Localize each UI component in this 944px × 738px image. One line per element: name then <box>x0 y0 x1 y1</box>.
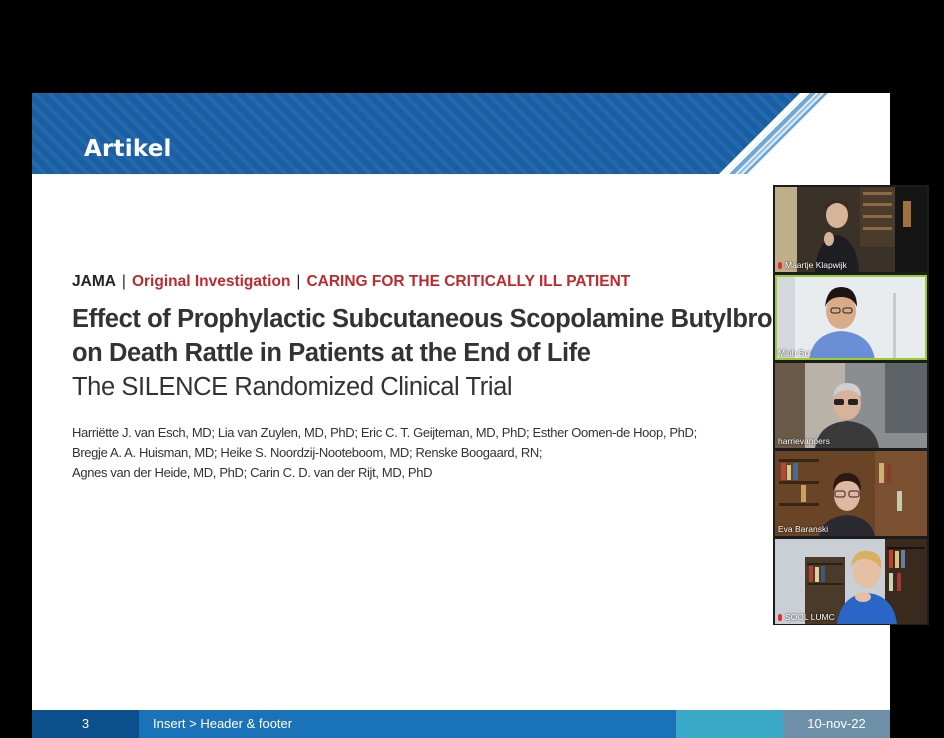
article-section: CARING FOR THE CRITICALLY ILL PATIENT <box>306 273 631 290</box>
article-title-line-2: on Death Rattle in Patients at the End o… <box>72 339 591 367</box>
participant-name-label: Maartje Klapwijk <box>778 260 847 270</box>
author-list: Harriëtte J. van Esch, MD; Lia van Zuyle… <box>72 423 762 483</box>
participant-video-tile[interactable]: harrievanoers <box>775 363 927 448</box>
article-title: Effect of Prophylactic Subcutaneous Scop… <box>72 302 831 404</box>
separator: | <box>296 273 301 290</box>
footer-text: Insert > Header & footer <box>139 710 676 738</box>
journal-line: JAMA | Original Investigation | CARING FOR T… <box>72 273 630 291</box>
participant-video-tile[interactable]: Maartje Klapwijk <box>775 187 927 272</box>
participant-name: SOOL LUMC <box>785 612 835 622</box>
article-title-line-1: Effect of Prophylactic Subcutaneous Scop… <box>72 305 831 333</box>
slide-number: 3 <box>32 710 139 738</box>
footer-accent-block <box>676 710 783 738</box>
participant-name-label: Eva Baranski <box>778 524 828 534</box>
participant-name-label: Minh Bui <box>778 348 811 358</box>
participant-name: harrievanoers <box>778 436 830 446</box>
presentation-slide: Artikel JAMA | Original Investigation | CARI… <box>32 93 890 738</box>
muted-mic-icon <box>778 614 782 621</box>
participant-name: Minh Bui <box>778 348 812 358</box>
muted-mic-icon <box>778 262 782 269</box>
article-category: Original Investigation <box>131 273 291 290</box>
slide-header-banner: Artikel <box>32 93 890 174</box>
participant-video-tile[interactable]: Eva Baranski <box>775 451 927 536</box>
screen: Artikel JAMA | Original Investigation | CARI… <box>0 0 944 738</box>
slide-title: Artikel <box>84 136 172 162</box>
journal-name: JAMA <box>72 273 116 290</box>
participant-name-label: SOOL LUMC <box>778 612 835 622</box>
article-subtitle: The SILENCE Randomized Clinical Trial <box>72 373 513 401</box>
video-gallery: Maartje Klapwijk Minh Bui harrievanoers … <box>773 185 929 625</box>
footer-date: 10-nov-22 <box>783 710 890 738</box>
participant-name-label: harrievanoers <box>778 436 830 446</box>
participant-video-tile-active-speaker[interactable]: Minh Bui <box>775 275 927 360</box>
separator: | <box>121 273 126 290</box>
participant-video-tile[interactable]: SOOL LUMC <box>775 539 927 624</box>
author-line: Agnes van der Heide, MD, PhD; Carin C. D… <box>72 465 433 480</box>
slide-footer: 3 Insert > Header & footer 10-nov-22 <box>32 710 890 738</box>
participant-name: Maartje Klapwijk <box>785 260 847 270</box>
participant-name: Eva Baranski <box>778 524 829 534</box>
author-line: Harriëtte J. van Esch, MD; Lia van Zuyle… <box>72 425 697 440</box>
author-line: Bregje A. A. Huisman, MD; Heike S. Noord… <box>72 445 543 460</box>
